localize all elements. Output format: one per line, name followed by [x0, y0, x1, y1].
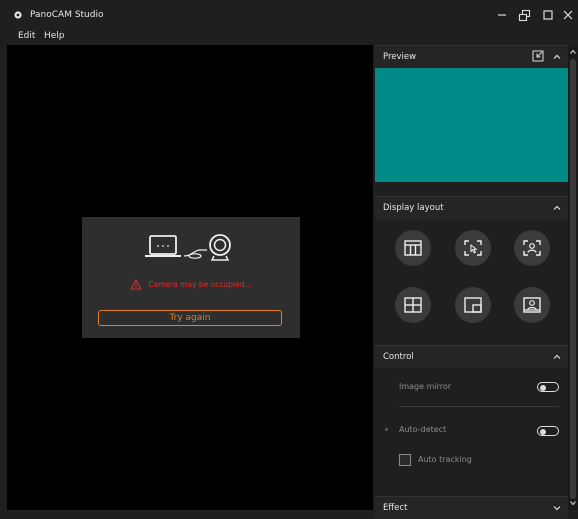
- chevron-up-icon[interactable]: [552, 52, 562, 62]
- chevron-up-icon: [570, 49, 576, 54]
- auto-detect-toggle[interactable]: [537, 426, 559, 436]
- camera-viewport: Camera may be occupied... Try again: [7, 45, 373, 510]
- warning-icon: [130, 279, 142, 290]
- layout-manual-focus-button[interactable]: [455, 230, 491, 266]
- scrollbar-thumb[interactable]: [570, 59, 576, 499]
- title-bar: PanoCAM Studio: [0, 0, 578, 30]
- maximize-icon: [543, 10, 553, 20]
- chevron-up-icon[interactable]: [552, 203, 562, 213]
- image-mirror-toggle[interactable]: [537, 382, 559, 392]
- cursor-frame-icon: [464, 240, 482, 256]
- grid-layout-icon: [404, 297, 422, 313]
- camera-warning-text: Camera may be occupied...: [148, 280, 252, 289]
- image-mirror-label: Image mirror: [399, 382, 452, 391]
- layout-picture-in-picture-button[interactable]: [455, 287, 491, 323]
- preview-title: Preview: [383, 52, 417, 62]
- toggle-knob: [540, 384, 546, 391]
- auto-tracking-label: Auto tracking: [418, 455, 472, 464]
- restore-layout-icon: [518, 9, 530, 21]
- control-divider: [399, 406, 559, 407]
- panel-scrollbar[interactable]: [568, 45, 578, 510]
- control-header[interactable]: Control: [375, 345, 568, 368]
- display-layout-title: Display layout: [383, 203, 444, 213]
- layout-speaker-focus-button[interactable]: [514, 230, 550, 266]
- collapse-preview-window-icon[interactable]: [532, 50, 544, 62]
- toggle-knob: [540, 428, 546, 435]
- camera-warning-row: Camera may be occupied...: [82, 279, 300, 290]
- person-portrait-icon: [523, 297, 541, 313]
- close-button[interactable]: [557, 4, 578, 26]
- side-panel: Preview Display layout Control Image mir…: [375, 45, 568, 519]
- auto-detect-label: Auto-detect: [399, 425, 447, 434]
- chevron-down-icon[interactable]: [552, 503, 562, 513]
- layout-grid-button[interactable]: [395, 287, 431, 323]
- preview-header[interactable]: Preview: [375, 45, 568, 68]
- panorama-split-layout-icon: [404, 240, 422, 256]
- scroll-down-button[interactable]: [568, 498, 578, 508]
- person-frame-icon: [523, 240, 541, 256]
- auto-tracking-checkbox[interactable]: [399, 454, 411, 466]
- layout-single-person-button[interactable]: [514, 287, 550, 323]
- preview-image: [375, 68, 568, 182]
- camera-error-dialog: Camera may be occupied... Try again: [82, 217, 300, 338]
- control-title: Control: [383, 352, 414, 362]
- close-icon: [563, 10, 572, 20]
- picture-in-picture-icon: [464, 297, 482, 313]
- app-title: PanoCAM Studio: [30, 10, 104, 20]
- effect-header[interactable]: Effect: [375, 496, 568, 519]
- auto-detect-indicator-icon: [384, 427, 389, 432]
- try-again-button[interactable]: Try again: [98, 310, 282, 326]
- minimize-icon: [498, 14, 506, 16]
- restore-layout-button[interactable]: [511, 4, 537, 26]
- app-logo-icon: [14, 11, 22, 19]
- display-layout-header[interactable]: Display layout: [375, 196, 568, 219]
- chevron-up-icon[interactable]: [552, 352, 562, 362]
- chevron-down-icon: [570, 501, 576, 506]
- layout-panorama-split-button[interactable]: [395, 230, 431, 266]
- scroll-up-button[interactable]: [568, 47, 578, 57]
- menu-help[interactable]: Help: [44, 31, 65, 41]
- menu-bar: Edit Help: [0, 30, 578, 45]
- camera-connection-illustration: [145, 234, 231, 261]
- menu-edit[interactable]: Edit: [18, 31, 35, 41]
- effect-title: Effect: [383, 503, 408, 513]
